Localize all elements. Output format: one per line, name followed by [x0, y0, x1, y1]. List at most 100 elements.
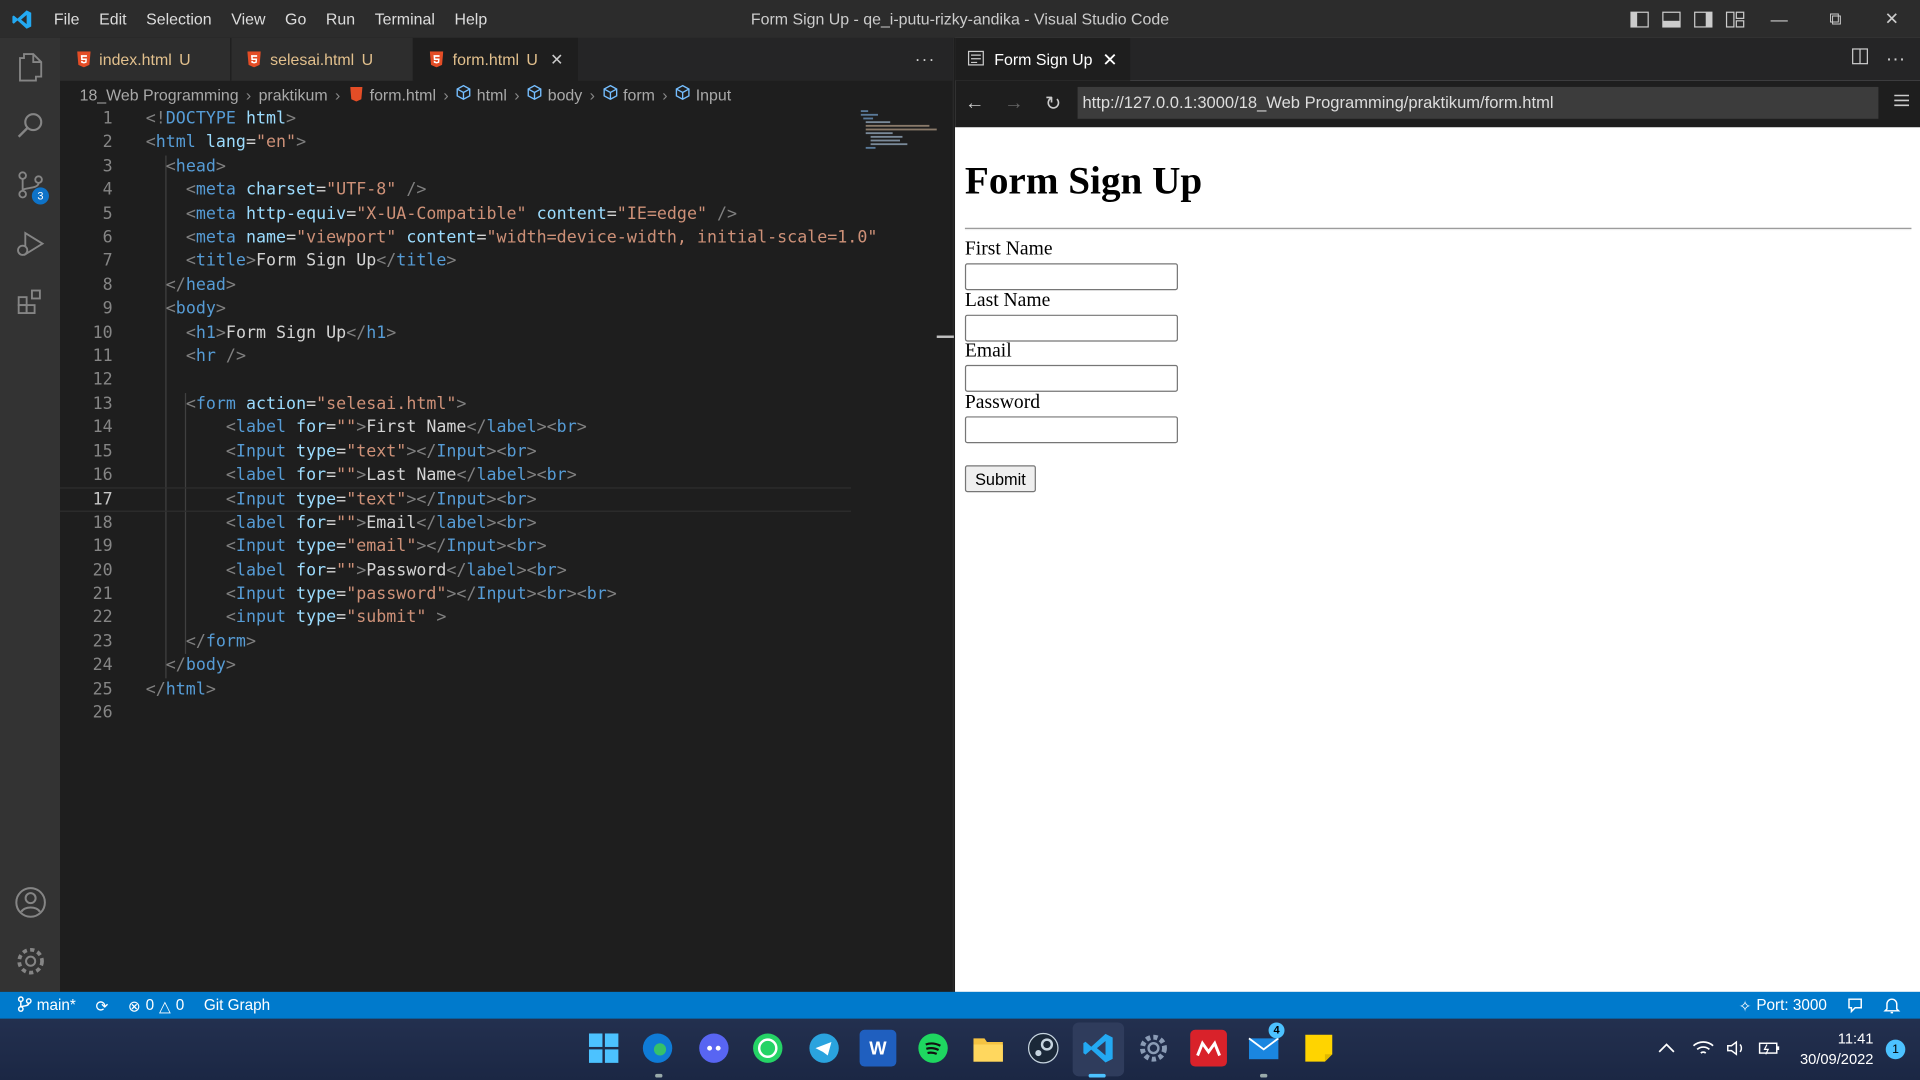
- code-line[interactable]: 14 <label for="">First Name</label><br>: [60, 417, 851, 441]
- explorer-icon[interactable]: [0, 38, 60, 97]
- run-debug-icon[interactable]: [0, 214, 60, 273]
- breadcrumb-item[interactable]: 18_Web Programming: [80, 85, 239, 103]
- address-bar[interactable]: http://127.0.0.1:3000/18_Web Programming…: [1077, 86, 1879, 119]
- source-control-icon[interactable]: 3: [0, 156, 60, 215]
- code-line[interactable]: 19 <Input type="email"></Input><br>: [60, 535, 851, 559]
- last-name-input[interactable]: [964, 314, 1178, 342]
- code-editor[interactable]: 1 <!DOCTYPE html> 2 <html lang="en"> 3 <head…: [60, 108, 878, 992]
- telegram-icon[interactable]: [806, 1030, 843, 1067]
- volume-icon[interactable]: [1726, 1039, 1746, 1060]
- code-line[interactable]: 20 <label for="">Password</label><br>: [60, 559, 851, 583]
- code-line[interactable]: 25 </html>: [60, 678, 851, 702]
- sync-icon[interactable]: ⟳: [86, 992, 118, 1019]
- code-line[interactable]: 24 </body>: [60, 654, 851, 678]
- spotify-icon[interactable]: [915, 1030, 952, 1067]
- notification-badge[interactable]: 1: [1885, 1039, 1906, 1060]
- code-line[interactable]: 10 <h1>Form Sign Up</h1>: [60, 322, 851, 346]
- problems-indicator[interactable]: ⊗ 0 △ 0: [118, 992, 194, 1019]
- git-graph-button[interactable]: Git Graph: [194, 992, 280, 1019]
- breadcrumb-item[interactable]: form: [623, 85, 655, 103]
- back-arrow-icon[interactable]: ←: [955, 81, 994, 128]
- menu-terminal[interactable]: Terminal: [365, 0, 445, 38]
- menu-selection[interactable]: Selection: [136, 0, 221, 38]
- scrollbar-indicator[interactable]: [936, 335, 954, 338]
- toggle-panel-icon[interactable]: [1658, 0, 1685, 38]
- toggle-secondary-sidebar-icon[interactable]: [1690, 0, 1717, 38]
- breadcrumb-item[interactable]: form.html: [370, 85, 436, 103]
- password-input[interactable]: [964, 416, 1178, 444]
- search-icon[interactable]: [0, 97, 60, 156]
- close-window-icon[interactable]: ✕: [1864, 0, 1920, 38]
- reload-icon[interactable]: ↻: [1033, 81, 1072, 128]
- code-line[interactable]: 12: [60, 369, 851, 393]
- branch-indicator[interactable]: main*: [0, 992, 86, 1019]
- tab-form-html[interactable]: form.html U ✕: [413, 37, 579, 81]
- forward-arrow-icon[interactable]: →: [994, 81, 1033, 128]
- menu-file[interactable]: File: [44, 0, 89, 38]
- breadcrumb-item[interactable]: body: [548, 85, 583, 103]
- code-line[interactable]: 18 <label for="">Email</label><br>: [60, 512, 851, 536]
- code-line[interactable]: 6 <meta name="viewport" content="width=d…: [60, 227, 878, 251]
- start-icon[interactable]: [585, 1030, 622, 1067]
- mail-icon[interactable]: 4: [1245, 1022, 1285, 1067]
- close-tab-icon[interactable]: ✕: [550, 50, 565, 70]
- breadcrumb-item[interactable]: Input: [696, 85, 731, 103]
- code-line[interactable]: 15 <Input type="text"></Input><br>: [60, 440, 851, 464]
- menu-edit[interactable]: Edit: [89, 0, 136, 38]
- breadcrumb-item[interactable]: praktikum: [259, 85, 328, 103]
- feedback-icon[interactable]: [1837, 992, 1874, 1019]
- code-line[interactable]: 22 <input type="submit" >: [60, 607, 851, 631]
- menu-run[interactable]: Run: [316, 0, 365, 38]
- notifications-bell-icon[interactable]: [1873, 992, 1910, 1019]
- manage-gear-icon[interactable]: [0, 932, 60, 991]
- tab-selesai-html[interactable]: selesai.html U: [230, 37, 414, 81]
- code-line[interactable]: 4 <meta charset="UTF-8" />: [60, 179, 851, 203]
- menu-go[interactable]: Go: [275, 0, 316, 38]
- steam-icon[interactable]: [1025, 1030, 1062, 1067]
- whatsapp-icon[interactable]: [749, 1030, 786, 1067]
- code-line[interactable]: 26: [60, 702, 851, 726]
- code-line[interactable]: 17 <Input type="text"></Input><br>: [60, 487, 852, 512]
- accounts-icon[interactable]: [0, 873, 60, 932]
- breadcrumb-item[interactable]: html: [477, 85, 507, 103]
- submit-button[interactable]: Submit: [964, 465, 1036, 493]
- edge-icon[interactable]: [639, 1030, 676, 1067]
- code-line[interactable]: 16 <label for="">Last Name</label><br>: [60, 464, 851, 488]
- more-actions-icon[interactable]: ···: [1886, 38, 1906, 81]
- word-icon[interactable]: W: [859, 1029, 897, 1067]
- minimap[interactable]: [858, 108, 944, 157]
- email-input[interactable]: [964, 364, 1178, 392]
- discord-icon[interactable]: [696, 1030, 733, 1067]
- code-line[interactable]: 21 <Input type="password"></Input><br><b…: [60, 583, 851, 607]
- first-name-input[interactable]: [964, 263, 1178, 291]
- code-line[interactable]: 9 <body>: [60, 298, 851, 322]
- file-explorer-icon[interactable]: [970, 1030, 1007, 1067]
- customize-layout-icon[interactable]: [1722, 0, 1749, 38]
- minimize-icon[interactable]: —: [1751, 0, 1807, 38]
- code-line[interactable]: 2 <html lang="en">: [60, 131, 851, 155]
- mendeley-icon[interactable]: [1190, 1029, 1227, 1067]
- code-line[interactable]: 8 </head>: [60, 274, 851, 298]
- restore-icon[interactable]: ⧉: [1807, 0, 1863, 38]
- split-editor-icon[interactable]: [1851, 38, 1868, 81]
- hamburger-menu-icon[interactable]: [1893, 92, 1910, 114]
- code-line[interactable]: 23 </form>: [60, 630, 851, 654]
- tab-preview[interactable]: Form Sign Up ✕: [955, 37, 1130, 81]
- more-actions-icon[interactable]: ···: [915, 38, 936, 81]
- extensions-icon[interactable]: [0, 273, 60, 332]
- sticky-notes-icon[interactable]: [1300, 1030, 1337, 1067]
- menu-view[interactable]: View: [221, 0, 275, 38]
- battery-icon[interactable]: [1758, 1040, 1780, 1058]
- code-line[interactable]: 13 <form action="selesai.html">: [60, 393, 851, 417]
- live-server-port[interactable]: ✧ Port: 3000: [1729, 992, 1837, 1019]
- wifi-icon[interactable]: [1692, 1039, 1714, 1060]
- code-line[interactable]: 7 <title>Form Sign Up</title>: [60, 250, 851, 274]
- clock[interactable]: 11:41 30/09/2022: [1800, 1029, 1874, 1071]
- vscode-icon[interactable]: [1080, 1030, 1117, 1067]
- code-line[interactable]: 5 <meta http-equiv="X-UA-Compatible" con…: [60, 203, 851, 227]
- code-line[interactable]: 3 <head>: [60, 155, 851, 179]
- tab-index-html[interactable]: index.html U: [60, 37, 231, 81]
- toggle-primary-sidebar-icon[interactable]: [1626, 0, 1653, 38]
- menu-help[interactable]: Help: [445, 0, 497, 38]
- code-line[interactable]: 1 <!DOCTYPE html>: [60, 108, 851, 132]
